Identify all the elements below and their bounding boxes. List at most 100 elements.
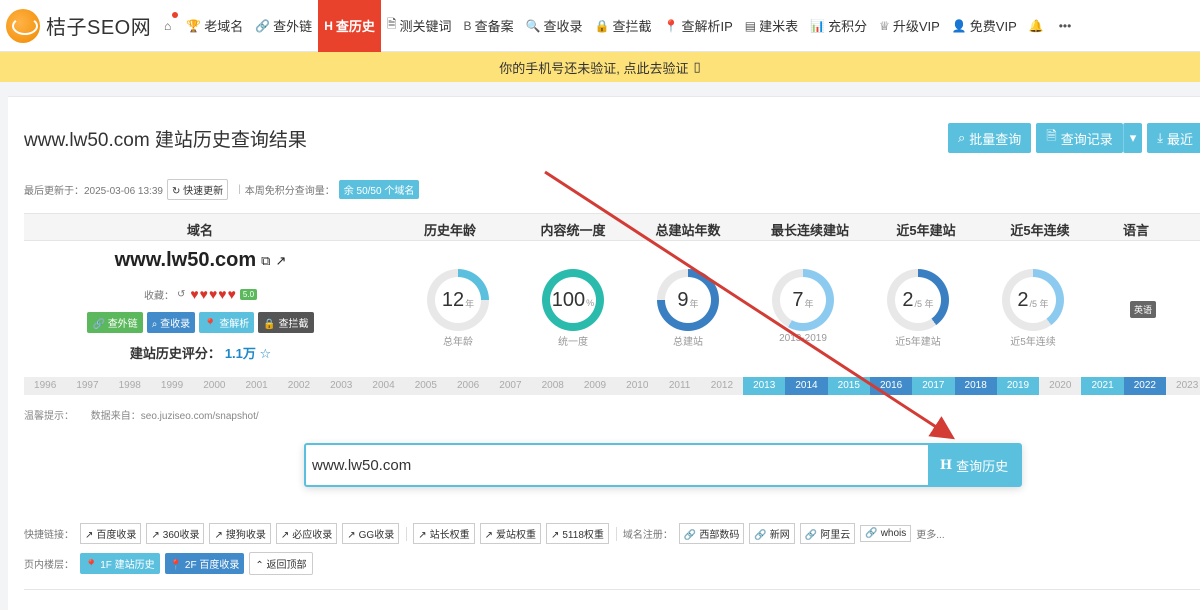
quick-update-button[interactable]: ↻ 快速更新 [166, 179, 229, 200]
quick-link[interactable]: ↗ 搜狗收录 [209, 523, 271, 544]
refresh-small-icon[interactable]: ↺ [177, 289, 185, 300]
nav-item-free-vip[interactable]: 👤 免费VIP [946, 0, 1023, 52]
metric-value: 2/5 年 [1002, 269, 1064, 331]
query-history-button[interactable]: H 查询历史 [928, 445, 1020, 485]
external-link-icon[interactable]: ↗ [275, 253, 286, 269]
year-cell[interactable]: 1998 [109, 377, 151, 395]
quick-links: 快捷链接： ↗ 百度收录 ↗ 360收录 ↗ 搜狗收录 ↗ 必应收录 ↗ GG收录 ↗ 站长权重 ↗ 爱站权… [24, 523, 945, 544]
quick-link[interactable]: 🔗 西部数码 [678, 523, 745, 544]
year-cell[interactable]: 2017 [912, 377, 955, 395]
index-icon: 🔍 [525, 18, 541, 33]
year-cell[interactable]: 1997 [66, 377, 108, 395]
nav-item-dns-ip[interactable]: 📍 查解析IP [658, 0, 739, 52]
floor-button[interactable]: 📍 2F 百度收录 [164, 553, 245, 574]
page-floors: 页内楼层： 📍 1F 建站历史 📍 2F 百度收录 ⌃ 返回顶部 [24, 552, 318, 575]
year-cell[interactable]: 2000 [193, 377, 235, 395]
metric-ring: 100% [542, 269, 604, 331]
nav-item-index[interactable]: 🔍 查收录 [520, 0, 589, 52]
year-cell[interactable]: 2020 [1039, 377, 1081, 395]
metric-caption: 近5年连续 [1010, 337, 1056, 348]
quick-link[interactable]: 🔗 阿里云 [799, 523, 856, 544]
notifications-icon: 🔔 [1028, 18, 1044, 33]
year-cell[interactable]: 2006 [447, 377, 489, 395]
nav-item-history[interactable]: H 查历史 [318, 0, 381, 52]
external-link-icon: ↗ [550, 530, 560, 541]
year-cell[interactable]: 2019 [996, 377, 1040, 395]
check-block-button[interactable]: 🔒 查拦截 [258, 312, 314, 333]
metric-number: 2 [1017, 288, 1029, 311]
external-link-icon: ↗ [85, 530, 94, 541]
metric-unit: 年 [804, 298, 814, 309]
year-cell[interactable]: 2022 [1123, 377, 1167, 395]
quick-link[interactable]: ↗ 360收录 [146, 523, 205, 544]
year-cell[interactable]: 2008 [532, 377, 574, 395]
nav-item-old-domain[interactable]: 🏆 老域名 [180, 0, 249, 52]
registrar-label: 域名注册： [622, 530, 673, 541]
year-cell[interactable]: 2004 [362, 377, 404, 395]
metric-value: 100% [542, 269, 604, 331]
year-cell[interactable]: 2023 [1166, 377, 1200, 395]
nav-item-more[interactable]: ••• [1053, 0, 1081, 52]
column-header: 内容统一度 [540, 223, 606, 238]
site-logo[interactable]: 桔子SEO网 [0, 8, 158, 43]
more-link[interactable]: 更多... [916, 526, 944, 541]
batch-query-button[interactable]: ⌕ 批量查询 [948, 123, 1032, 153]
nav-item-upgrade-vip[interactable]: ♕ 升级VIP [873, 0, 946, 52]
year-cell[interactable]: 1996 [24, 377, 66, 395]
external-link-icon: ↗ [347, 530, 356, 541]
year-cell[interactable]: 2016 [869, 377, 913, 395]
quick-link[interactable]: ↗ 爱站权重 [479, 523, 541, 544]
last-updated: 最后更新于：2025-03-06 13:39 [24, 186, 163, 197]
year-cell[interactable]: 1999 [151, 377, 193, 395]
quick-link[interactable]: ↗ 5118权重 [545, 523, 609, 544]
quick-link[interactable]: ↗ GG收录 [342, 523, 400, 544]
copy-icon[interactable]: ⧉ [261, 253, 270, 269]
query-records-button[interactable]: 🗎 查询记录 [1036, 123, 1123, 153]
year-cell[interactable]: 2018 [954, 377, 997, 395]
domain-search-input[interactable] [306, 445, 928, 485]
metric-value: 12 年 [427, 269, 489, 331]
year-cell[interactable]: 2013 [743, 377, 786, 395]
old-domain-icon: 🏆 [186, 18, 202, 33]
year-cell[interactable]: 2005 [405, 377, 447, 395]
year-cell[interactable]: 2011 [658, 377, 700, 395]
year-cell[interactable]: 2012 [701, 377, 743, 395]
year-cell[interactable]: 2003 [320, 377, 362, 395]
quick-link[interactable]: 🔗 whois [860, 525, 912, 542]
year-cell[interactable]: 2007 [489, 377, 531, 395]
quick-link[interactable]: ↗ 百度收录 [80, 523, 142, 544]
floor-button[interactable]: 📍 1F 建站历史 [80, 553, 160, 574]
nav-item-points[interactable]: 📊 充积分 [804, 0, 873, 52]
nav-item-icp[interactable]: B 查备案 [458, 0, 520, 52]
quick-link[interactable]: 🔗 新网 [749, 523, 795, 544]
nav-item-home[interactable]: ⌂ [158, 0, 180, 52]
year-cell[interactable]: 2001 [235, 377, 277, 395]
history-icon: H [324, 18, 333, 33]
external-link-icon: ↗ [418, 530, 427, 541]
star-icon[interactable]: ☆ [260, 346, 272, 361]
quota-label: 本周免积分查询量： [244, 186, 335, 197]
orange-logo-icon [6, 8, 40, 43]
metric-ring: 2/5 年 [887, 269, 949, 331]
floor-button[interactable]: ⌃ 返回顶部 [249, 552, 313, 575]
year-cell[interactable]: 2009 [574, 377, 616, 395]
nav-item-notifications[interactable]: 🔔 [1023, 0, 1053, 52]
domain-cell: www.lw50.com ⧉ ↗ 收藏： ↺ ♥♥♥♥♥ 5.0 🔗 查外链 ⌕… [87, 249, 314, 362]
quick-link[interactable]: ↗ 必应收录 [275, 523, 338, 544]
year-cell[interactable]: 2014 [785, 377, 828, 395]
nav-item-keywords[interactable]: 🗎 测关键词 [381, 0, 458, 52]
check-backlinks-button[interactable]: 🔗 查外链 [87, 312, 143, 333]
check-index-button[interactable]: ⌕ 查收录 [146, 312, 196, 333]
quick-link[interactable]: ↗ 站长权重 [413, 523, 475, 544]
nav-item-block[interactable]: 🔒 查拦截 [589, 0, 658, 52]
year-cell[interactable]: 2015 [827, 377, 870, 395]
check-dns-button[interactable]: 📍 查解析 [199, 312, 255, 333]
nav-item-domain-table[interactable]: ▤ 建米表 [739, 0, 804, 52]
phone-verify-banner[interactable]: 你的手机号还未验证, 点此去验证 ▯ [0, 52, 1200, 82]
recent-button[interactable]: ⤓ 最近 [1147, 123, 1200, 153]
nav-item-backlinks[interactable]: 🔗 查外链 [249, 0, 318, 52]
records-dropdown-button[interactable]: ▾ [1122, 123, 1143, 153]
year-cell[interactable]: 2002 [278, 377, 320, 395]
year-cell[interactable]: 2010 [616, 377, 658, 395]
year-cell[interactable]: 2021 [1081, 377, 1124, 395]
